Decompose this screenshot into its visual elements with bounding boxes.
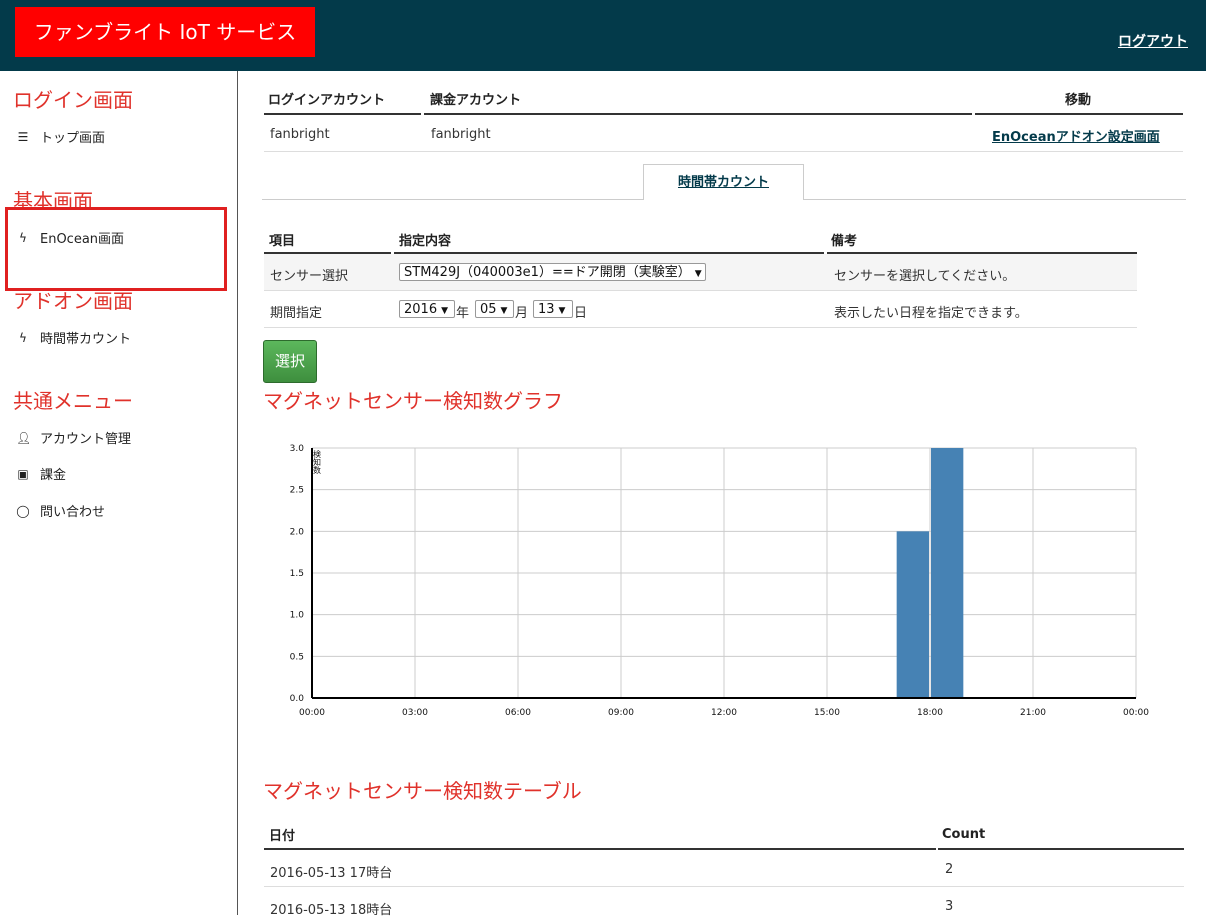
x-tick-label: 09:00 [608,708,634,718]
table-row-date: 2016-05-13 17時台 [270,866,393,881]
divider [264,290,1137,291]
billing-account-value: fanbright [431,127,491,142]
x-tick-label: 12:00 [711,708,737,718]
comment-icon: ◯ [16,503,30,518]
y-tick-label: 2.0 [290,527,305,537]
day-unit: 日 [574,306,588,321]
count-header-date: 日付 [269,829,296,844]
chevron-down-icon: ▼ [694,269,702,279]
select-button[interactable]: 選択 [263,340,317,383]
cond-header-item: 項目 [269,234,296,249]
divider [264,327,1137,328]
sidebar-item-account[interactable]: 👤︎ アカウント管理 [16,428,132,448]
divider [975,113,1183,115]
year-select[interactable]: 2016 ▼ [399,300,455,318]
sidebar-item-label: トップ画面 [40,131,106,146]
sidebar-section-common: 共通メニュー [13,389,133,413]
sidebar-item-label: 課金 [40,468,67,483]
table-row-count: 3 [945,899,954,914]
count-header-count: Count [942,827,986,842]
sidebar-item-label: アカウント管理 [40,432,132,447]
period-note: 表示したい日程を指定できます。 [834,306,1028,321]
sidebar-item-contact[interactable]: ◯ 問い合わせ [16,501,106,521]
divider [264,113,421,115]
divider [938,848,1184,850]
sidebar-item-top[interactable]: ☰ トップ画面 [16,127,106,147]
sidebar-item-time-count[interactable]: ϟ 時間帯カウント [16,328,132,348]
sidebar-section-login: ログイン画面 [13,88,133,112]
table-title: マグネットセンサー検知数テーブル [263,779,582,803]
account-header-move: 移動 [1065,93,1092,108]
login-account-value: fanbright [270,127,330,142]
y-tick-label: 2.5 [290,486,304,496]
x-tick-label: 15:00 [814,708,840,718]
logout-link[interactable]: ログアウト [1118,31,1188,51]
divider [264,151,1183,152]
divider [264,848,936,850]
account-header-billing: 課金アカウント [430,93,522,108]
chevron-down-icon: ▼ [500,306,508,316]
chevron-down-icon: ▼ [441,306,449,316]
sidebar-item-label: 問い合わせ [40,505,106,520]
user-icon: 👤︎ [16,430,32,445]
x-tick-label: 03:00 [402,708,428,718]
divider [424,113,972,115]
chevron-down-icon: ▼ [558,306,566,316]
x-tick-label: 21:00 [1020,708,1046,718]
day-select[interactable]: 13 ▼ [533,300,573,318]
table-row-count: 2 [945,862,954,877]
graph-title: マグネットセンサー検知数グラフ [263,389,563,413]
money-icon: ▣ [17,466,29,481]
y-tick-label: 3.0 [290,444,305,454]
y-tick-label: 0.5 [290,652,304,662]
sidebar-item-billing[interactable]: ▣ 課金 [16,464,67,484]
y-tick-label: 0.0 [290,694,305,704]
enocean-addon-settings-link[interactable]: EnOceanアドオン設定画面 [992,126,1160,145]
bar [931,448,964,698]
y-axis-label: 検知数 [313,449,322,475]
x-tick-label: 18:00 [917,708,943,718]
x-tick-label: 00:00 [1123,708,1149,718]
x-tick-label: 06:00 [505,708,531,718]
sidebar-item-label: 時間帯カウント [40,332,132,347]
top-navbar: ファンブライト IoT サービス ログアウト [0,0,1206,71]
y-tick-label: 1.0 [290,611,305,621]
menu-icon: ☰ [17,129,29,144]
year-unit: 年 [456,306,470,321]
tab-time-count[interactable]: 時間帯カウント [643,164,804,200]
cond-header-content: 指定内容 [399,234,452,249]
account-header-login: ログインアカウント [268,93,386,108]
bolt-icon: ϟ [19,330,27,345]
count-bar-chart: 0.0 0.5 1.0 1.5 2.0 2.5 3.0 00:00 03:00 06:00 09:0… [290,444,1150,718]
brand-logo[interactable]: ファンブライト IoT サービス [15,7,315,57]
cond-header-note: 備考 [831,234,858,249]
sensor-select[interactable]: STM429J（040003e1）==ドア開閉（実験室） ▼ [399,263,706,281]
highlight-box [5,207,227,291]
month-unit: 月 [515,306,529,321]
period-label: 期間指定 [270,306,323,321]
bar [896,531,929,698]
y-tick-label: 1.5 [290,569,304,579]
divider [264,886,1184,887]
sensor-note: センサーを選択してください。 [834,269,1016,284]
month-select[interactable]: 05 ▼ [475,300,514,318]
table-row-date: 2016-05-13 18時台 [270,903,393,918]
x-tick-label: 00:00 [299,708,325,718]
sensor-label: センサー選択 [270,269,349,284]
sidebar-section-addon: アドオン画面 [13,289,133,313]
